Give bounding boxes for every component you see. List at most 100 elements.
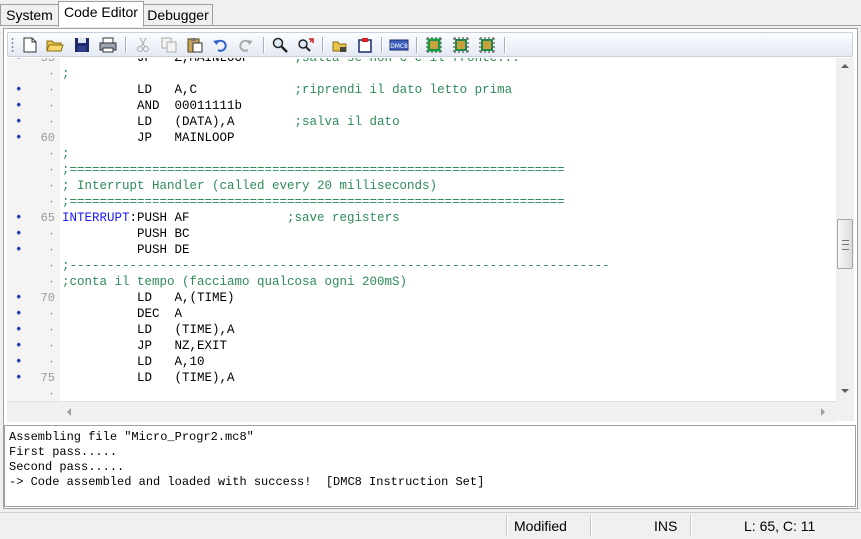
replace-icon[interactable]: [296, 35, 316, 55]
code-text: LD (TIME),A: [62, 371, 235, 385]
breakpoint-marker[interactable]: •: [15, 290, 23, 306]
copy-icon[interactable]: [159, 35, 179, 55]
chip-config-icon[interactable]: [451, 35, 471, 55]
chip-load-icon[interactable]: [477, 35, 497, 55]
code-text: ;---------------------------------------…: [62, 259, 610, 273]
code-text: ; Interrupt Handler (called every 20 mil…: [62, 179, 438, 193]
toolbar: DMC8: [7, 32, 853, 57]
breakpoint-marker[interactable]: •: [15, 338, 23, 354]
scroll-up-arrow-icon[interactable]: [841, 64, 849, 68]
vertical-scrollbar[interactable]: [836, 58, 854, 401]
line-number: 65: [40, 211, 55, 225]
code-text: ;: [62, 67, 70, 81]
find-icon[interactable]: [270, 35, 290, 55]
code-line[interactable]: • · LD (DATA),A ;salva il dato: [7, 114, 836, 130]
breakpoint-marker[interactable]: •: [15, 130, 23, 146]
code-line[interactable]: ·;: [7, 66, 836, 82]
code-line[interactable]: • 75 LD (TIME),A: [7, 370, 836, 386]
run-icon[interactable]: [355, 35, 375, 55]
breakpoint-marker[interactable]: •: [15, 226, 23, 242]
code-line[interactable]: • · JP NZ,EXIT: [7, 338, 836, 354]
code-line[interactable]: · ; Interrupt Handler (called every 20 mi…: [7, 178, 836, 194]
compile-icon[interactable]: [330, 35, 350, 55]
toolbar-separator: [125, 37, 127, 53]
status-cursor-position: L: 65, C: 11: [744, 518, 816, 534]
code-text: AND 00011111b: [62, 99, 243, 113]
breakpoint-marker[interactable]: •: [15, 242, 23, 258]
vertical-scroll-thumb[interactable]: [837, 219, 853, 269]
chip-icon[interactable]: [424, 35, 444, 55]
code-line[interactable]: · ;======================================…: [7, 162, 836, 178]
breakpoint-marker[interactable]: •: [15, 322, 23, 338]
breakpoint-marker[interactable]: •: [15, 82, 23, 98]
code-line[interactable]: • · DEC A: [7, 306, 836, 322]
tab-debugger[interactable]: Debugger: [143, 4, 213, 25]
scroll-down-arrow-icon[interactable]: [841, 389, 849, 393]
line-number: ·: [47, 83, 55, 97]
code-line[interactable]: · ;======================================…: [7, 194, 836, 210]
breakpoint-marker[interactable]: •: [15, 306, 23, 322]
scroll-right-arrow-icon[interactable]: [821, 408, 825, 416]
output-line: -> Code assembled and loaded with succes…: [9, 475, 485, 489]
toolbar-separator: [416, 37, 418, 53]
cut-icon[interactable]: [133, 35, 153, 55]
code-text: JP Z,MAINLOOP ;salta se non c'è il front…: [62, 58, 520, 65]
scroll-left-arrow-icon[interactable]: [67, 408, 71, 416]
code-text: DEC A: [62, 307, 183, 321]
undo-icon[interactable]: [210, 35, 230, 55]
paste-icon[interactable]: [185, 35, 205, 55]
save-icon[interactable]: [72, 35, 92, 55]
breakpoint-marker[interactable]: •: [15, 354, 23, 370]
assemble-icon[interactable]: DMC8: [389, 35, 409, 55]
tab-system[interactable]: System: [0, 4, 59, 25]
status-divider: [690, 515, 692, 537]
code-line[interactable]: · ;--------------------------------------…: [7, 258, 836, 274]
redo-icon[interactable]: [236, 35, 256, 55]
code-line[interactable]: • · LD A,10: [7, 354, 836, 370]
code-line[interactable]: • · PUSH BC: [7, 226, 836, 242]
open-folder-icon[interactable]: [45, 35, 65, 55]
toolbar-grip[interactable]: [11, 37, 14, 53]
line-number: ·: [47, 147, 55, 161]
code-text: ;: [62, 147, 70, 161]
line-number: ·: [47, 195, 55, 209]
code-text: ;conta il tempo (facciamo qualcosa ogni …: [62, 275, 408, 289]
output-pane[interactable]: Assembling file "Micro_Progr2.mc8" First…: [4, 425, 856, 507]
tab-code-editor[interactable]: Code Editor: [58, 1, 144, 27]
code-line[interactable]: • · AND 00011111b: [7, 98, 836, 114]
line-number: ·: [47, 323, 55, 337]
code-text: LD A,C ;riprendi il dato letto prima: [62, 83, 513, 97]
code-text: INTERRUPT:PUSH AF ;save registers: [62, 211, 400, 225]
breakpoint-marker[interactable]: •: [15, 114, 23, 130]
status-divider: [590, 515, 592, 537]
breakpoint-marker[interactable]: •: [15, 210, 23, 226]
toolbar-separator: [322, 37, 324, 53]
code-text: LD (DATA),A ;salva il dato: [62, 115, 400, 129]
code-line[interactable]: • 60 JP MAINLOOP: [7, 130, 836, 146]
code-line[interactable]: • 55 JP Z,MAINLOOP ;salta se non c'è il f…: [7, 58, 836, 66]
line-number: ·: [47, 67, 55, 81]
code-line[interactable]: • · LD (TIME),A: [7, 322, 836, 338]
line-number: 75: [40, 371, 55, 385]
code-text: ;=======================================…: [62, 163, 565, 177]
toolbar-separator: [504, 37, 506, 53]
code-line[interactable]: • 65 INTERRUPT:PUSH AF ;save registers: [7, 210, 836, 226]
new-file-icon[interactable]: [20, 35, 40, 55]
breakpoint-marker[interactable]: •: [15, 58, 23, 66]
code-line[interactable]: · ;conta il tempo (facciamo qualcosa ogni…: [7, 274, 836, 290]
code-line[interactable]: • · LD A,C ;riprendi il dato letto prima: [7, 82, 836, 98]
breakpoint-marker[interactable]: •: [15, 98, 23, 114]
code-line[interactable]: • 70 LD A,(TIME): [7, 290, 836, 306]
code-line[interactable]: ·;: [7, 146, 836, 162]
print-icon[interactable]: [98, 35, 118, 55]
code-text: LD (TIME),A: [62, 323, 235, 337]
assemble-badge-label: DMC8: [390, 43, 408, 50]
line-number: ·: [47, 339, 55, 353]
line-number: ·: [47, 163, 55, 177]
code-line[interactable]: ·: [7, 386, 836, 401]
breakpoint-marker[interactable]: •: [15, 370, 23, 386]
scrollbar-corner: [836, 401, 854, 421]
code-line[interactable]: • · PUSH DE: [7, 242, 836, 258]
code-editor[interactable]: • 55 JP Z,MAINLOOP ;salta se non c'è il f…: [7, 58, 836, 401]
horizontal-scrollbar[interactable]: [7, 401, 836, 422]
